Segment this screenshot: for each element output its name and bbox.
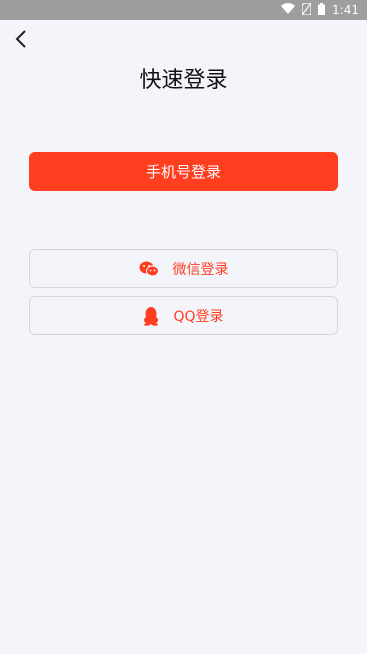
- wifi-icon: [281, 3, 296, 17]
- status-bar: 1:41: [0, 0, 367, 20]
- qq-login-label: QQ登录: [173, 308, 224, 325]
- page-title: 快速登录: [139, 68, 228, 93]
- status-time: 1:41: [332, 3, 359, 17]
- phone-login-label: 手机号登录: [145, 163, 221, 181]
- no-sim-icon: [301, 1, 312, 18]
- chevron-left-icon: [15, 30, 27, 52]
- wechat-login-label: 微信登录: [172, 261, 229, 278]
- qq-login-button[interactable]: QQ登录: [29, 296, 338, 335]
- qq-penguin-icon: [143, 306, 159, 326]
- wechat-login-button[interactable]: 微信登录: [29, 249, 338, 288]
- back-button[interactable]: [10, 30, 32, 52]
- battery-icon: [318, 2, 326, 18]
- wechat-icon: [139, 261, 159, 277]
- phone-login-button[interactable]: 手机号登录: [29, 152, 338, 191]
